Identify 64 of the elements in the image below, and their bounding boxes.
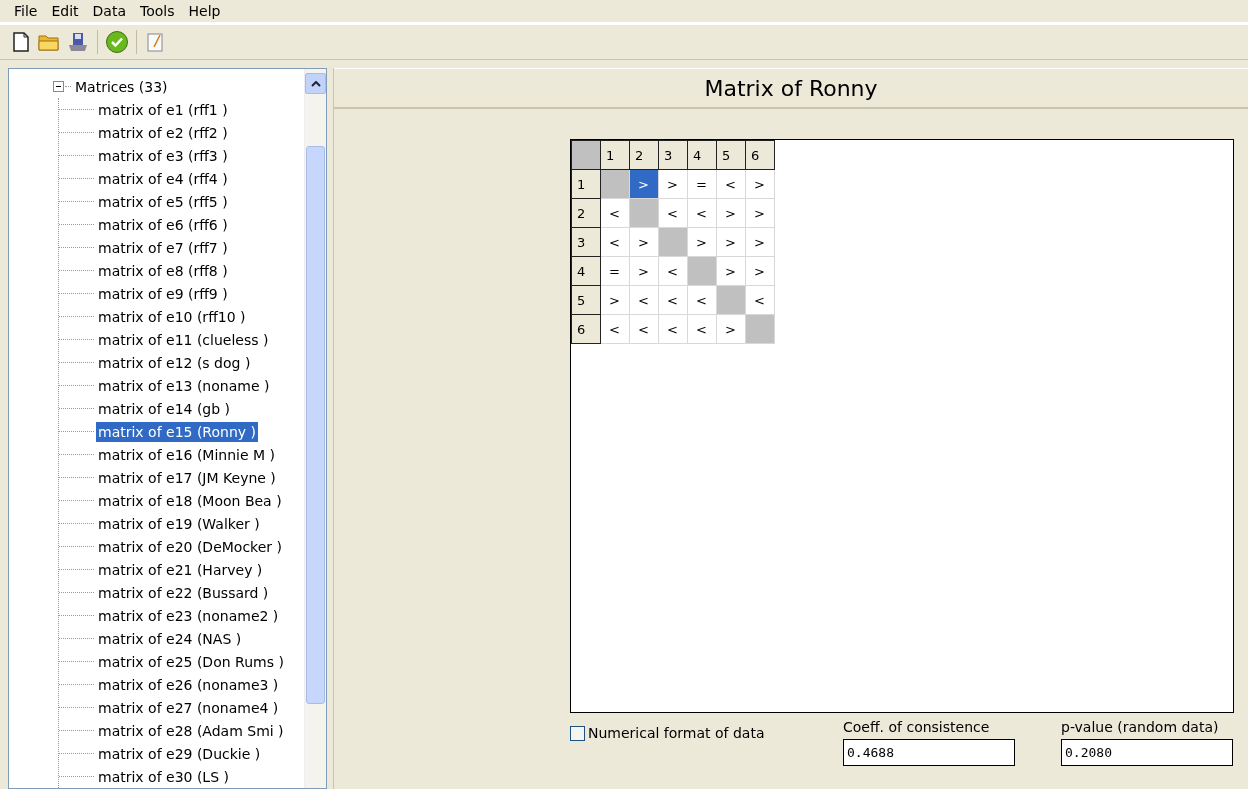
row-header: 1 — [571, 169, 601, 199]
tree-item[interactable]: matrix of e16 (Minnie M ) — [96, 444, 278, 465]
tree-node[interactable]: Matrices (33) — [73, 76, 170, 97]
tree-item[interactable]: matrix of e14 (gb ) — [96, 398, 233, 419]
tree-item[interactable]: matrix of e18 (Moon Bea ) — [96, 490, 284, 511]
tree-item[interactable]: matrix of e21 (Harvey ) — [96, 559, 265, 580]
checkbox[interactable] — [570, 725, 585, 741]
tree-item[interactable]: matrix of e8 (rff8 ) — [96, 260, 230, 281]
scrollbar[interactable] — [304, 69, 326, 788]
checkbox-label: Numerical format of data — [588, 725, 765, 741]
tree-item[interactable]: matrix of e10 (rff10 ) — [96, 306, 248, 327]
scroll-up-button[interactable] — [305, 73, 326, 94]
column-header: 2 — [629, 140, 659, 170]
tree-item[interactable]: matrix of e7 (rff7 ) — [96, 237, 230, 258]
menu-item[interactable]: File — [10, 3, 42, 20]
row-header: 4 — [571, 256, 601, 286]
tree-item[interactable]: matrix of e28 (Adam Smi ) — [96, 720, 286, 741]
tree-item[interactable]: matrix of e27 (noname4 ) — [96, 697, 281, 718]
menu-item[interactable]: Tools — [136, 3, 179, 20]
tree-item[interactable]: matrix of e26 (noname3 ) — [96, 674, 281, 695]
panel-title: Matrix of Ronny — [704, 75, 878, 101]
tree-item[interactable]: matrix of e29 (Duckie ) — [96, 743, 263, 764]
column-header: 4 — [687, 140, 717, 170]
field-label: p-value (random data) — [1061, 719, 1220, 735]
column-header: 6 — [745, 140, 775, 170]
tree-item[interactable]: matrix of e17 (JM Keyne ) — [96, 467, 278, 488]
tree-item[interactable]: matrix of e25 (Don Rums ) — [96, 651, 286, 672]
field-label: Coeff. of consistence — [843, 719, 991, 735]
caret-icon — [310, 80, 321, 87]
tree-item[interactable]: matrix of e11 (clueless ) — [96, 329, 271, 350]
menu-item[interactable]: Edit — [47, 3, 83, 20]
new-file-icon[interactable] — [10, 31, 32, 53]
tree-item[interactable]: matrix of e19 (Walker ) — [96, 513, 262, 534]
collapse-icon[interactable] — [53, 81, 64, 92]
disk-icon[interactable] — [66, 31, 90, 53]
tree-item[interactable]: matrix of e2 (rff2 ) — [96, 122, 230, 143]
menu-item[interactable]: Help — [184, 3, 225, 20]
tree-item[interactable]: matrix of e22 (Bussard ) — [96, 582, 271, 603]
column-header: 5 — [716, 140, 746, 170]
row-header: 5 — [571, 285, 601, 315]
tree-item[interactable]: matrix of e24 (NAS ) — [96, 628, 244, 649]
tree-item[interactable]: matrix of e12 (s dog ) — [96, 352, 253, 373]
check-icon[interactable] — [105, 30, 129, 54]
row-header: 2 — [571, 198, 601, 228]
tree-item[interactable]: matrix of e9 (rff9 ) — [96, 283, 230, 304]
tree-item[interactable]: matrix of e13 (noname ) — [96, 375, 272, 396]
tree-item[interactable]: matrix of e3 (rff3 ) — [96, 145, 230, 166]
row-header: 6 — [571, 314, 601, 344]
tree-item[interactable]: matrix of e5 (rff5 ) — [96, 191, 230, 212]
column-header: 3 — [658, 140, 688, 170]
tree-item[interactable]: matrix of e20 (DeMocker ) — [96, 536, 284, 557]
scroll-thumb[interactable] — [306, 146, 325, 704]
tree-item[interactable]: matrix of e6 (rff6 ) — [96, 214, 230, 235]
menu-item[interactable]: Data — [88, 3, 130, 20]
notepad-icon[interactable] — [144, 31, 166, 53]
row-header: 3 — [571, 227, 601, 257]
tree-item[interactable]: matrix of e23 (noname2 ) — [96, 605, 281, 626]
column-header: 1 — [600, 140, 630, 170]
tree-item[interactable]: matrix of e1 (rff1 ) — [96, 99, 230, 120]
tree-item[interactable]: matrix of e4 (rff4 ) — [96, 168, 230, 189]
input-field[interactable]: 0.4688 — [843, 739, 1015, 766]
tree-item[interactable]: matrix of e15 (Ronny ) — [96, 421, 258, 442]
input-field[interactable]: 0.2080 — [1061, 739, 1233, 766]
tree-item[interactable]: matrix of e30 (LS ) — [96, 766, 231, 787]
